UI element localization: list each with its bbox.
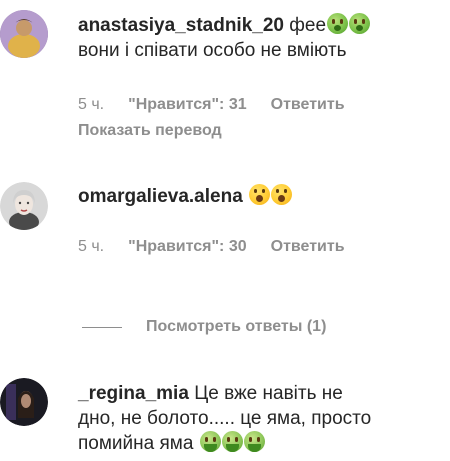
comment-text-line2: вони і співати особо не вміють [78,40,347,61]
comment-text-line3: помийна яма [78,433,194,454]
divider-line [82,326,122,328]
vomiting-face-icon [199,431,221,452]
comment-text: Це вже навіть не [194,383,343,404]
view-replies-label: Посмотреть ответы (1) [146,318,327,335]
view-replies-button[interactable]: Посмотреть ответы (1) [82,317,326,337]
show-translation-button[interactable]: Показать перевод [78,122,222,140]
reply-button[interactable]: Ответить [271,96,345,114]
comment-text: фее [289,15,327,36]
reply-button[interactable]: Ответить [271,238,345,256]
comment-username[interactable]: omargalieva.alena [78,186,243,207]
avatar[interactable] [0,10,48,58]
green-face-icon [327,13,349,34]
vomiting-face-icon [243,431,265,452]
comment-likes[interactable]: "Нравится": 31 [128,96,247,114]
green-face-icon [349,13,371,34]
comment-likes[interactable]: "Нравится": 30 [128,238,247,256]
astonished-face-icon [271,184,293,205]
avatar[interactable] [0,378,48,426]
comment-username[interactable]: _regina_mia [78,383,189,404]
comment-time: 5 ч. [78,96,105,113]
comment-time: 5 ч. [78,238,105,255]
avatar[interactable] [0,182,48,230]
comment-username[interactable]: anastasiya_stadnik_20 [78,15,284,36]
comment-text-line2: дно, не болото..... це яма, просто [78,408,372,429]
astonished-face-icon [249,184,271,205]
vomiting-face-icon [221,431,243,452]
